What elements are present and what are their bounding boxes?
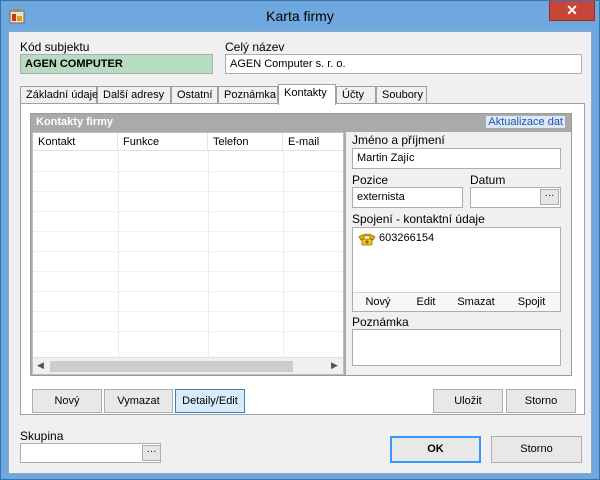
name-label: Jméno a příjmení <box>352 133 445 147</box>
title-bar[interactable]: Karta firmy ✕ <box>1 1 599 31</box>
grid-column-line <box>118 151 119 357</box>
column-contact[interactable]: Kontakt <box>33 133 118 151</box>
grid-row-line <box>33 191 343 192</box>
contact-new-button[interactable]: Nový <box>353 292 403 311</box>
column-phone[interactable]: Telefon <box>208 133 283 151</box>
contact-phone-value: 603266154 <box>379 232 435 244</box>
grid-row-line <box>33 211 343 212</box>
grid-column-line <box>283 151 284 357</box>
column-function[interactable]: Funkce <box>118 133 208 151</box>
horizontal-scrollbar[interactable]: ◀ ▶ <box>33 357 343 374</box>
update-data-link[interactable]: Aktualizace dat <box>486 116 565 128</box>
grid-row-line <box>33 311 343 312</box>
delete-contact-button[interactable]: Vymazat <box>104 389 173 413</box>
code-field[interactable]: AGEN COMPUTER <box>20 54 213 74</box>
new-contact-button[interactable]: Nový <box>32 389 102 413</box>
details-edit-button[interactable]: Detaily/Edit <box>175 389 245 413</box>
note-label: Poznámka <box>352 315 409 329</box>
save-button[interactable]: Uložit <box>433 389 503 413</box>
tab-other[interactable]: Ostatní <box>171 86 218 104</box>
contact-delete-button[interactable]: Smazat <box>449 292 503 311</box>
contacts-grid[interactable]: Kontakt Funkce Telefon E-mail ◀ ▶ <box>32 132 344 375</box>
contacts-panel-header: Kontakty firmy Aktualizace dat <box>31 114 571 132</box>
cancel-contact-button[interactable]: Storno <box>506 389 576 413</box>
note-field[interactable] <box>352 329 561 366</box>
contacts-panel-title: Kontakty firmy <box>36 116 114 128</box>
tab-contacts[interactable]: Kontakty <box>278 84 336 105</box>
cancel-button[interactable]: Storno <box>491 436 582 463</box>
ok-button[interactable]: OK <box>390 436 481 463</box>
tab-basic[interactable]: Základní údaje <box>20 86 98 104</box>
contacts-tab-panel: Kontakty firmy Aktualizace dat Kontakt F… <box>20 103 585 415</box>
contact-details-list[interactable]: 603266154 Nový Edit Smazat Spojit <box>352 227 561 312</box>
code-label: Kód subjektu <box>20 40 90 54</box>
grid-row-line <box>33 331 343 332</box>
grid-row-line <box>33 231 343 232</box>
tab-addresses[interactable]: Další adresy <box>97 86 171 104</box>
position-field[interactable]: externista <box>352 187 463 208</box>
dialog-body: Kód subjektu AGEN COMPUTER Celý název AG… <box>8 31 592 474</box>
grid-row-line <box>33 291 343 292</box>
scroll-right-icon[interactable]: ▶ <box>331 360 338 371</box>
close-button[interactable]: ✕ <box>549 1 595 21</box>
contact-detail-pane: Jméno a příjmení Martin Zajíc Pozice ext… <box>346 132 571 375</box>
dialog-window: Karta firmy ✕ Kód subjektu AGEN COMPUTER… <box>0 0 600 480</box>
grid-header: Kontakt Funkce Telefon E-mail <box>33 133 343 151</box>
contacts-panel: Kontakty firmy Aktualizace dat Kontakt F… <box>30 113 572 376</box>
group-picker-button[interactable]: ··· <box>142 445 161 461</box>
date-label: Datum <box>470 173 506 187</box>
scrollbar-thumb[interactable] <box>50 361 293 372</box>
full-name-field[interactable]: AGEN Computer s. r. o. <box>225 54 582 74</box>
column-email[interactable]: E-mail <box>283 133 343 151</box>
tab-files[interactable]: Soubory <box>376 86 427 104</box>
contacts-details-label: Spojení - kontaktní údaje <box>352 212 485 226</box>
full-name-label: Celý název <box>225 40 285 54</box>
ellipsis-icon: ··· <box>146 446 157 457</box>
contact-connect-button[interactable]: Spojit <box>503 292 560 311</box>
tab-note[interactable]: Poznámka <box>218 86 278 104</box>
grid-row-line <box>33 171 343 172</box>
phone-icon <box>357 232 377 246</box>
grid-row-line <box>33 271 343 272</box>
ellipsis-icon: ··· <box>544 190 555 201</box>
window-title: Karta firmy <box>266 8 334 24</box>
group-label: Skupina <box>20 429 64 443</box>
grid-row-line <box>33 251 343 252</box>
contact-edit-button[interactable]: Edit <box>403 292 449 311</box>
scroll-left-icon[interactable]: ◀ <box>37 360 44 371</box>
group-field[interactable] <box>20 443 161 463</box>
position-label: Pozice <box>352 173 389 187</box>
name-field[interactable]: Martin Zajíc <box>352 148 561 169</box>
tab-accounts[interactable]: Účty <box>336 86 376 104</box>
close-icon: ✕ <box>566 2 578 18</box>
date-picker-button[interactable]: ··· <box>540 189 559 205</box>
grid-column-line <box>208 151 209 357</box>
